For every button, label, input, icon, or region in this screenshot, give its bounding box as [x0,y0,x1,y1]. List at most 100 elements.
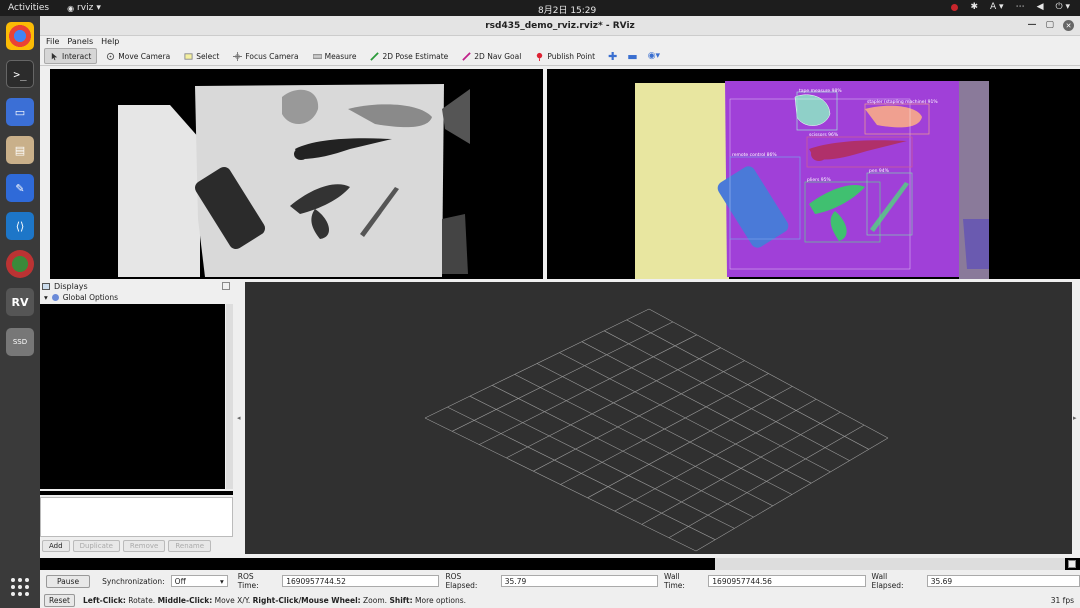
3d-render-view[interactable] [245,282,1072,554]
panel-float-icon[interactable] [222,282,230,290]
measure-icon [312,53,322,59]
monitor-icon [42,282,50,290]
depth-image [50,69,543,279]
remove-tool-icon[interactable]: ▬ [627,50,637,63]
depth-image-view[interactable] [50,69,543,279]
displays-buttons: Add Duplicate Remove Rename [40,540,233,552]
tool-2d-nav-goal[interactable]: 2D Nav Goal [457,48,526,64]
divider [40,491,233,495]
tool-2d-pose-estimate[interactable]: 2D Pose Estimate [365,48,453,64]
collapse-left-icon[interactable]: ◂ [237,414,241,422]
screenshot-icon[interactable]: ▭ [6,98,34,126]
globe-icon[interactable] [6,250,34,278]
property-description [40,497,233,537]
move-camera-icon [107,52,115,60]
duplicate-button[interactable]: Duplicate [72,540,120,552]
wall-elapsed-field[interactable]: 35.69 [926,575,1080,587]
keyboard-layout[interactable]: A ▾ [990,2,1004,12]
sync-select[interactable]: Off ▾ [170,575,228,587]
disk-icon[interactable]: SSD [6,328,34,356]
globe-options-icon [51,293,59,301]
ros-time-field[interactable]: 1690957744.52 [282,575,440,587]
chevron-down-icon: ▾ [220,576,224,586]
select-icon [184,52,193,60]
window-title-bar: rsd435_demo_rviz.rviz* - RViz — ▢ ✕ [40,16,1080,36]
detection-label-pen: pen 94% [869,168,890,174]
close-icon[interactable]: ✕ [1063,20,1074,31]
settings-gear-icon[interactable]: ✱ [970,2,978,12]
menu-panels[interactable]: Panels [67,37,93,46]
dock: >_ ▭ ▤ ✎ ⟨⟩ RV SSD [0,16,40,608]
detection-label-tape: tape measure 98% [799,88,842,94]
rviz-dock-icon[interactable]: RV [6,288,34,316]
view-eye-icon[interactable]: ◉▾ [648,51,660,61]
tool-bar: Interact Move Camera Select Focus Camera… [40,47,1080,66]
system-top-bar: Activities ◉ rviz ▾ 8月2日 15:29 ✱ A ▾ ⋯ ◀… [0,0,1080,16]
detection-image-view[interactable]: tape measure 98% stapler (stapling machi… [547,69,1080,279]
fps-counter: 31 fps [1050,596,1074,605]
ros-elapsed-field[interactable]: 35.79 [500,575,659,587]
rviz-icon: ◉ [67,3,75,13]
rename-button[interactable]: Rename [168,540,212,552]
displays-title: Displays [54,281,88,291]
progress-remaining [715,558,1065,570]
expand-arrow-icon[interactable]: ▾ [44,293,48,302]
displays-tree-area[interactable] [40,304,225,489]
terminal-icon[interactable]: >_ [6,60,34,88]
mouse-hints: Left-Click: Rotate. Middle-Click: Move X… [82,596,466,605]
window-title: rsd435_demo_rviz.rviz* - RViz [485,20,635,31]
rviz-window: rsd435_demo_rviz.rviz* - RViz — ▢ ✕ File… [40,16,1080,608]
network-icon[interactable]: ⋯ [1016,2,1025,12]
remove-button[interactable]: Remove [122,540,166,552]
ros-time-label: ROS Time: [237,572,259,590]
app-name: rviz [77,3,94,13]
displays-scrollbar[interactable] [226,304,233,489]
tool-interact[interactable]: Interact [44,48,98,64]
text-editor-icon[interactable]: ✎ [6,174,34,202]
pause-button[interactable]: Pause [46,574,91,588]
progress-strip [40,558,1080,570]
app-menu[interactable]: ◉ rviz ▾ [67,3,101,13]
detection-image: tape measure 98% stapler (stapling machi… [547,69,1080,279]
menu-bar: File Panels Help [40,36,1080,47]
tool-select[interactable]: Select [179,48,224,64]
menu-file[interactable]: File [46,37,59,46]
tool-focus-camera[interactable]: Focus Camera [228,48,303,64]
publish-point-icon [537,52,543,61]
detection-label-stapler: stapler (stapling machine) 91% [867,99,938,105]
grid-display [424,308,889,552]
files-icon[interactable]: ▤ [6,136,34,164]
clock[interactable]: 8月2日 15:29 [538,3,596,16]
ros-elapsed-label: ROS Elapsed: [445,572,478,590]
power-icon[interactable]: ⏻ ▾ [1056,2,1071,12]
add-button[interactable]: Add [42,540,70,552]
volume-icon[interactable]: ◀ [1037,2,1044,12]
focus-camera-icon [233,51,243,61]
collapse-right-icon[interactable]: ▸ [1073,414,1077,422]
vscode-icon[interactable]: ⟨⟩ [6,212,34,240]
tool-move-camera[interactable]: Move Camera [101,48,175,64]
global-options-row[interactable]: ▾ Global Options [40,292,233,302]
wall-time-field[interactable]: 1690957744.56 [708,575,866,587]
sync-label: Synchronization: [102,576,165,586]
tool-measure[interactable]: Measure [308,48,362,64]
minimize-icon[interactable]: — [1027,20,1036,31]
reset-button[interactable]: Reset [44,594,75,607]
menu-help[interactable]: Help [101,37,119,46]
global-options-label: Global Options [62,292,119,302]
wall-elapsed-label: Wall Elapsed: [871,572,904,590]
system-tray: ✱ A ▾ ⋯ ◀ ⏻ ▾ [951,2,1070,12]
chrome-icon[interactable] [6,22,34,50]
detection-label-scissors: scissors 96% [809,132,839,138]
activities-button[interactable]: Activities [8,3,49,13]
detection-label-pliers: pliers 95% [807,177,831,183]
panel-float-icon-2[interactable] [1068,560,1076,568]
displays-panel: Displays ▾ Global Options Add Duplicate … [40,280,233,556]
add-tool-icon[interactable]: ✚ [608,50,617,63]
detection-label-remote: remote control 86% [732,152,777,158]
show-apps-icon[interactable] [11,578,29,596]
maximize-icon[interactable]: ▢ [1045,20,1054,31]
tool-publish-point[interactable]: Publish Point [530,48,600,64]
recording-icon[interactable] [951,3,959,11]
wall-time-label: Wall Time: [664,572,685,590]
